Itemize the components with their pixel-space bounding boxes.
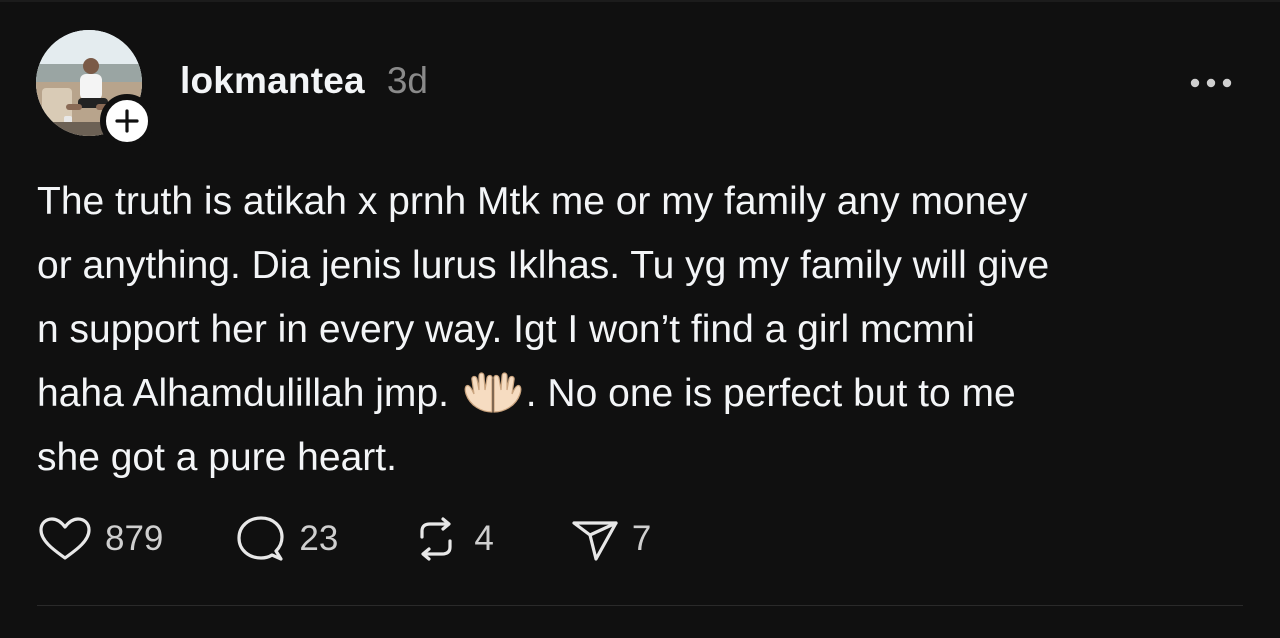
follow-button[interactable] — [100, 94, 154, 148]
share-button[interactable]: 7 — [570, 515, 651, 563]
share-count: 7 — [631, 519, 652, 558]
post-text-line: or anything. Dia jenis lurus Iklhas. Tu … — [37, 244, 1050, 287]
reply-button[interactable]: 23 — [233, 515, 338, 563]
post-header: lokmantea 3d — [180, 60, 428, 110]
post-text-line: she got a pure heart. — [37, 436, 397, 479]
thread-post: lokmantea 3d The truth is atikah x prnh … — [0, 0, 1280, 638]
avatar-container[interactable] — [36, 30, 154, 148]
reply-count: 23 — [299, 519, 339, 558]
top-divider — [0, 0, 1280, 2]
bottom-divider — [37, 605, 1243, 606]
timestamp[interactable]: 3d — [387, 60, 428, 102]
comment-bubble-icon — [237, 516, 285, 561]
post-text-line: The truth is atikah x prnh Mtk me or my … — [37, 180, 1028, 223]
action-bar: 879 23 4 7 — [37, 514, 651, 564]
post-body: The truth is atikah x prnh Mtk me or my … — [37, 170, 1247, 490]
post-text-line: haha Alhamdulillah jmp. . No one is perf… — [37, 362, 1247, 426]
plus-icon — [115, 109, 139, 133]
palms-up-together-icon — [464, 372, 522, 413]
post-text-segment: haha Alhamdulillah jmp. — [37, 372, 449, 415]
more-horizontal-icon — [1190, 78, 1232, 88]
like-count: 879 — [105, 519, 164, 558]
repost-icon — [420, 517, 452, 561]
repost-count: 4 — [474, 519, 494, 558]
repost-button[interactable]: 4 — [410, 515, 494, 563]
heart-icon — [39, 517, 91, 560]
username[interactable]: lokmantea — [180, 60, 365, 102]
send-icon — [572, 521, 618, 561]
like-button[interactable]: 879 — [37, 516, 163, 562]
post-text-line: n support her in every way. Igt I won’t … — [37, 308, 975, 351]
more-options-button[interactable] — [1186, 66, 1236, 100]
post-text-segment: . No one is perfect but to me — [525, 372, 1016, 415]
